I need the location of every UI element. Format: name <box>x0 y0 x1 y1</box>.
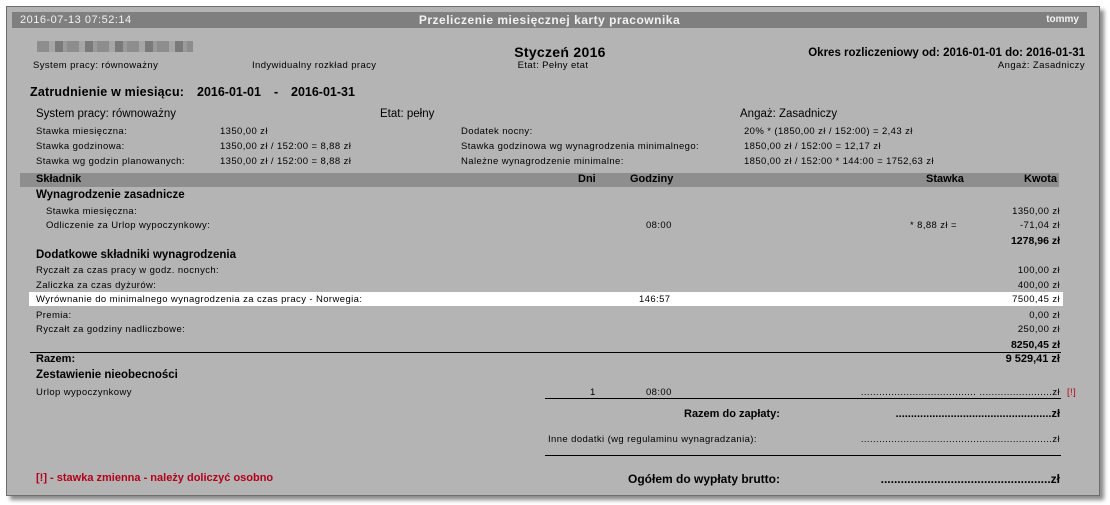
table-row-amount: 100,00 zł <box>1017 265 1060 276</box>
col-dni: Dni <box>578 173 596 185</box>
table-row-amount: 400,00 zł <box>1017 280 1060 291</box>
col-godziny: Godziny <box>630 173 674 185</box>
user-label: tommy <box>1046 14 1079 25</box>
summary-angaz: Angaż: Zasadniczy <box>740 108 838 120</box>
table-row-amount: -71,04 zł <box>1019 220 1060 231</box>
table-row-label: Premia: <box>36 310 72 321</box>
min-hourly-rate-label: Stawka godzinowa wg wynagrodzenia minima… <box>461 141 700 152</box>
gross-total-label: Ogółem do wypłaty brutto: <box>628 472 780 486</box>
variable-rate-flag: [!] <box>1067 387 1077 398</box>
table-row-hours: 08:00 <box>646 220 672 231</box>
table-row-label: Wyrównanie do minimalnego wynagrodzenia … <box>36 294 363 305</box>
employment-to: 2016-01-31 <box>291 85 355 99</box>
table-header <box>20 173 1059 187</box>
footnote: [!] - stawka zmienna - należy doliczyć o… <box>36 472 274 484</box>
table-row-label: Ryczałt za czas pracy w godz. nocnych: <box>36 265 220 276</box>
employment-label: Zatrudnienie w miesiącu: <box>30 85 185 99</box>
planned-rate-value: 1350,00 zł / 152:00 = 8,88 zł <box>220 156 352 167</box>
min-wage-value: 1850,00 zł / 152:00 * 144:00 = 1752,63 z… <box>744 156 934 167</box>
table-row-label: Odliczenie za Urlop wypoczynkowy: <box>46 220 211 231</box>
min-wage-label: Należne wynagrodzenie minimalne: <box>461 156 624 167</box>
hourly-rate-label: Stawka godzinowa: <box>36 141 125 152</box>
section-base-pay-title: Wynagrodzenie zasadnicze <box>36 189 185 201</box>
night-bonus-label: Dodatek nocny: <box>461 126 533 137</box>
divider <box>545 398 1061 399</box>
absences-title: Zestawienie nieobecności <box>36 369 178 381</box>
min-hourly-rate-value: 1850,00 zł / 152:00 = 12,17 zł <box>744 141 881 152</box>
window-title: Przeliczenie miesięcznej karty pracownik… <box>418 13 681 27</box>
table-row-amount: 7500,45 zł <box>1012 294 1060 305</box>
summary-etat: Etat: pełny <box>380 108 435 120</box>
angaz-label: Angaż: Zasadniczy <box>997 60 1085 71</box>
title-bar: 2016-07-13 07:52:14 Przeliczenie miesięc… <box>12 12 1087 28</box>
monthly-rate-label: Stawka miesięczna: <box>36 126 128 137</box>
total-label: Razem: <box>36 353 76 365</box>
monthly-rate-value: 1350,00 zł <box>220 126 268 137</box>
absence-row-amount: ...................................... .… <box>860 387 1060 398</box>
col-kwota: Kwota <box>1024 173 1057 185</box>
total-value: 9 529,41 zł <box>1005 353 1060 365</box>
other-bonuses-value: ........................................… <box>860 434 1060 445</box>
employment-sep: - <box>274 85 279 99</box>
absence-row-hours: 08:00 <box>646 387 672 398</box>
col-stawka: Stawka <box>926 173 964 185</box>
table-row-rate: * 8,88 zł = <box>910 220 957 231</box>
table-row-label: Stawka miesięczna: <box>46 206 138 217</box>
planned-rate-label: Stawka wg godzin planowanych: <box>36 156 185 167</box>
gross-total-value: ........................................… <box>880 472 1060 486</box>
section-base-pay-subtotal: 1278,96 zł <box>1010 235 1060 247</box>
other-bonuses-label: Inne dodatki (wg regulaminu wynagradzani… <box>548 434 757 445</box>
divider <box>30 352 1061 353</box>
table-row-amount: 250,00 zł <box>1017 324 1060 335</box>
absence-row-label: Urlop wypoczynkowy <box>36 387 132 398</box>
table-row-hours: 146:57 <box>639 294 671 305</box>
night-bonus-value: 20% * (1850,00 zł / 152:00) = 2,43 zł <box>744 126 913 137</box>
settlement-period: Okres rozliczeniowy od: 2016-01-01 do: 2… <box>808 47 1085 59</box>
section-extra-pay-subtotal: 8250,45 zł <box>1010 339 1060 351</box>
absence-row-days: 1 <box>590 387 596 398</box>
table-row-label: Ryczałt za godziny nadliczbowe: <box>36 324 186 335</box>
col-skladnik: Składnik <box>36 173 82 185</box>
hourly-rate-value: 1350,00 zł / 152:00 = 8,88 zł <box>220 141 352 152</box>
section-extra-pay-title: Dodatkowe składniki wynagrodzenia <box>36 249 237 261</box>
to-pay-label: Razem do zapłaty: <box>684 408 780 420</box>
table-row-amount: 1350,00 zł <box>1012 206 1060 217</box>
employment-from: 2016-01-01 <box>197 85 261 99</box>
table-row-amount: 0,00 zł <box>1029 310 1060 321</box>
to-pay-value: ........................................… <box>895 408 1060 420</box>
divider <box>545 455 1061 456</box>
table-row-label: Zaliczka za czas dyżurów: <box>36 280 157 291</box>
summary-system: System pracy: równoważny <box>36 108 176 120</box>
